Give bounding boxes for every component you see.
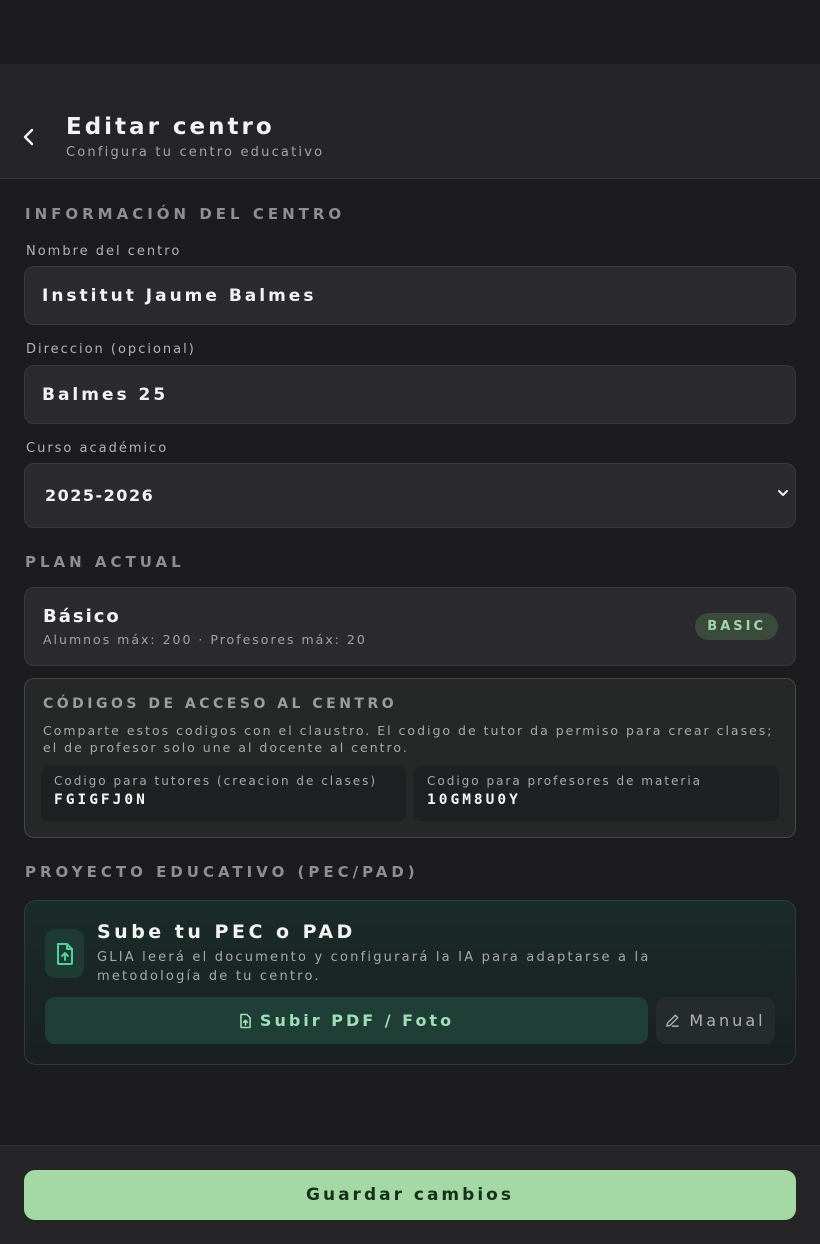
teacher-code-label: Codigo para profesores de materia <box>427 774 703 788</box>
course-select[interactable]: 2025-2026 <box>24 463 796 528</box>
pec-title: Sube tu PEC o PAD <box>97 921 356 943</box>
pencil-icon <box>666 1014 680 1027</box>
pec-description: GLIA leerá el documento y configurará la… <box>97 950 651 984</box>
section-title-info: INFORMACIÓN DEL CENTRO <box>25 205 346 223</box>
course-select-value: 2025-2026 <box>45 486 155 505</box>
section-title-pec: PROYECTO EDUCATIVO (PEC/PAD) <box>25 863 419 881</box>
access-codes-description: Comparte estos codigos con el claustro. … <box>43 723 774 755</box>
upload-button-label: Subir PDF / Foto <box>259 1011 455 1030</box>
access-codes-title: CÓDIGOS DE ACCESO AL CENTRO <box>43 696 398 712</box>
file-upload-icon <box>45 929 84 978</box>
address-label: Direccion (opcional) <box>26 342 196 357</box>
address-input[interactable] <box>24 365 796 424</box>
access-codes-card: CÓDIGOS DE ACCESO AL CENTRO Comparte est… <box>24 678 796 838</box>
upload-pdf-button[interactable]: Subir PDF / Foto <box>45 997 648 1044</box>
section-title-plan: PLAN ACTUAL <box>25 553 185 571</box>
plan-limits: Alumnos máx: 200 · Profesores máx: 20 <box>43 632 367 647</box>
page-title: Editar centro <box>66 114 275 140</box>
plan-card: Básico Alumnos máx: 200 · Profesores máx… <box>24 587 796 666</box>
course-label: Curso académico <box>26 441 169 456</box>
name-input[interactable] <box>24 266 796 325</box>
page-header: Editar centro Configura tu centro educat… <box>0 64 820 179</box>
name-label: Nombre del centro <box>26 244 182 259</box>
plan-badge: BASIC <box>695 613 778 640</box>
tutor-code-value: FGIGFJ0N <box>54 792 148 808</box>
save-button[interactable]: Guardar cambios <box>24 1170 796 1220</box>
footer-bar: Guardar cambios <box>0 1145 820 1244</box>
manual-button[interactable]: Manual <box>656 997 775 1044</box>
file-upload-small-icon <box>240 1013 251 1028</box>
tutor-code-label: Codigo para tutores (creacion de clases) <box>54 774 378 788</box>
teacher-code-value: 10GM8U0Y <box>427 792 521 808</box>
pec-upload-card: Sube tu PEC o PAD GLIA leerá el document… <box>24 900 796 1065</box>
tutor-code-box[interactable]: Codigo para tutores (creacion de clases)… <box>41 766 406 821</box>
manual-button-label: Manual <box>689 1011 766 1030</box>
back-button[interactable] <box>14 122 44 152</box>
teacher-code-box[interactable]: Codigo para profesores de materia 10GM8U… <box>414 766 779 821</box>
plan-name: Básico <box>43 606 121 627</box>
status-bar <box>0 0 820 64</box>
chevron-left-icon <box>23 128 34 146</box>
page-subtitle: Configura tu centro educativo <box>66 145 325 160</box>
chevron-down-icon <box>778 490 788 496</box>
